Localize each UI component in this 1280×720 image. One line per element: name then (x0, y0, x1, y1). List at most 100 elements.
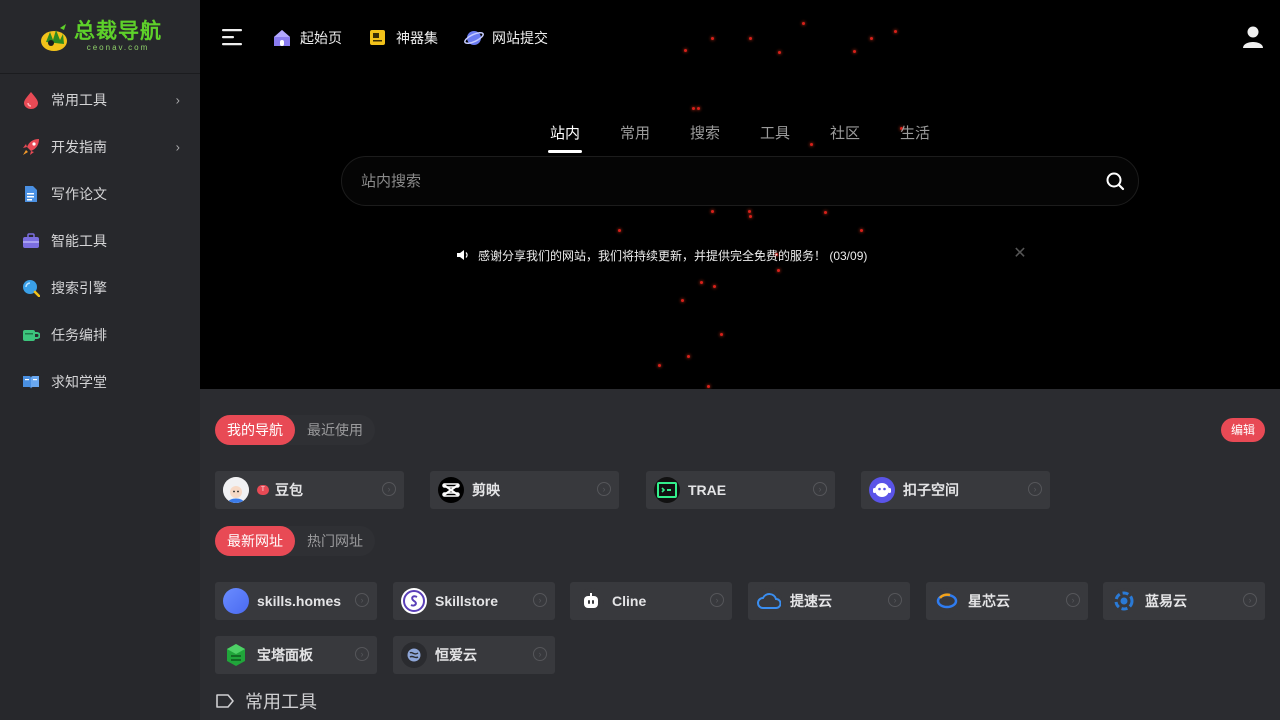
sidebar-item-common-tools[interactable]: 常用工具 › (0, 76, 200, 123)
card-label: TRAE (688, 482, 727, 498)
cup-icon (22, 326, 40, 344)
sidebar-item-search-engines[interactable]: 搜索引擎 (0, 264, 200, 311)
logo[interactable]: 总裁导航 ceonav.com (0, 0, 200, 74)
card-label: Cline (612, 593, 647, 609)
tools-collection-label: 神器集 (396, 30, 438, 46)
start-page-link[interactable]: 起始页 (272, 24, 342, 52)
arrow-right-icon[interactable]: › (1243, 593, 1257, 607)
arrow-right-icon[interactable]: › (1066, 593, 1080, 607)
card-label: 豆包 (275, 482, 303, 498)
nav-card-trae[interactable]: TRAE › (646, 471, 835, 509)
sidebar: 总裁导航 ceonav.com 常用工具 › 开发指南 › 写作论文 智能工具 … (0, 0, 200, 720)
arrow-right-icon[interactable]: › (1028, 482, 1042, 496)
tab-site[interactable]: 站内 (548, 122, 582, 153)
arrow-right-icon[interactable]: › (597, 482, 611, 496)
arrow-right-icon[interactable]: › (355, 647, 369, 661)
sidebar-item-ai-tools[interactable]: 智能工具 (0, 217, 200, 264)
sidebar-item-label: 智能工具 (51, 232, 107, 249)
user-button[interactable] (1242, 25, 1264, 49)
hengai-icon (401, 642, 427, 668)
arrow-right-icon[interactable]: › (710, 593, 724, 607)
tab-common[interactable]: 常用 (620, 122, 650, 143)
skillstore-icon (401, 588, 427, 614)
top-bar: 起始页 神器集 网站提交 (200, 0, 1280, 75)
nav-card-capcut[interactable]: 剪映 › (430, 471, 619, 509)
tab-community[interactable]: 社区 (830, 122, 860, 143)
logo-subtitle: ceonav.com (86, 43, 150, 52)
chevron-right-icon: › (175, 92, 180, 107)
arrow-right-icon[interactable]: › (382, 482, 396, 496)
arrow-right-icon[interactable]: › (813, 482, 827, 496)
start-page-label: 起始页 (300, 30, 342, 46)
card-label: 蓝易云 (1145, 593, 1187, 609)
notice-bar: 感谢分享我们的网站，我们将持续更新，并提供完全免费的服务！ (03/09) ✕ (450, 240, 1038, 270)
spark (720, 333, 723, 336)
card-label: 剪映 (472, 482, 500, 498)
tools-collection-link[interactable]: 神器集 (368, 24, 438, 52)
sidebar-item-writing[interactable]: 写作论文 (0, 170, 200, 217)
arrow-right-icon[interactable]: › (888, 593, 902, 607)
nav-card-doubao[interactable]: T 豆包 › (215, 471, 404, 509)
drop-icon (22, 91, 40, 109)
tab-hot-sites[interactable]: 热门网址 (295, 526, 375, 556)
my-nav-tabs: 我的导航 最近使用 (215, 415, 375, 445)
tab-search[interactable]: 搜索 (690, 122, 720, 143)
arrow-right-icon[interactable]: › (355, 593, 369, 607)
chevron-right-icon: › (175, 139, 180, 154)
sidebar-item-label: 开发指南 (51, 138, 107, 155)
arrow-right-icon[interactable]: › (533, 647, 547, 661)
spark (692, 107, 695, 110)
card-label: 扣子空间 (903, 482, 959, 498)
card-label: 恒爱云 (435, 647, 477, 663)
sidebar-item-learning[interactable]: 求知学堂 (0, 358, 200, 405)
card-label: 星芯云 (968, 593, 1010, 609)
baota-icon (223, 642, 249, 668)
coze-icon (869, 477, 895, 503)
logo-title: 总裁导航 (74, 19, 162, 43)
site-card-tisu-cloud[interactable]: 提速云 › (748, 582, 910, 620)
sidebar-item-label: 求知学堂 (51, 373, 107, 390)
arrow-right-icon[interactable]: › (533, 593, 547, 607)
spark (700, 281, 703, 284)
folder-icon (370, 30, 385, 45)
sidebar-item-tasks[interactable]: 任务编排 (0, 311, 200, 358)
site-card-lanyi-cloud[interactable]: 蓝易云 › (1103, 582, 1265, 620)
speaker-icon (457, 250, 468, 260)
site-card-hengai-cloud[interactable]: 恒爱云 › (393, 636, 555, 674)
doubao-icon (223, 477, 249, 503)
search-icon[interactable] (1105, 171, 1125, 191)
section-title-text: 常用工具 (245, 692, 317, 712)
logo-mark-icon (41, 23, 67, 51)
site-card-skills-homes[interactable]: skills.homes › (215, 582, 377, 620)
top-links: 起始页 神器集 网站提交 (272, 24, 548, 52)
menu-toggle-button[interactable] (222, 27, 244, 47)
main-content: 我的导航 最近使用 编辑 T 豆包 › 剪映 › TRAE › 扣子空间 › 最… (200, 389, 1280, 720)
sidebar-item-dev-guide[interactable]: 开发指南 › (0, 123, 200, 170)
hot-badge: T (257, 485, 269, 495)
capcut-icon (438, 477, 464, 503)
card-label: 提速云 (790, 593, 832, 609)
spark (860, 229, 863, 232)
tab-tools[interactable]: 工具 (760, 122, 790, 143)
spark (824, 211, 827, 214)
trae-icon (654, 477, 680, 503)
nav-card-coze[interactable]: 扣子空间 › (861, 471, 1050, 509)
spark (749, 215, 752, 218)
spark (618, 229, 621, 232)
search-input[interactable] (361, 172, 1105, 190)
tab-life[interactable]: 生活 (900, 122, 930, 143)
site-card-cline[interactable]: Cline › (570, 582, 732, 620)
site-card-skillstore[interactable]: Skillstore › (393, 582, 555, 620)
site-card-baota[interactable]: 宝塔面板 › (215, 636, 377, 674)
edit-button[interactable]: 编辑 (1220, 418, 1265, 442)
close-icon[interactable]: ✕ (1012, 246, 1028, 262)
tab-recent[interactable]: 最近使用 (295, 415, 375, 445)
tab-my-nav[interactable]: 我的导航 (215, 415, 295, 445)
spark (681, 299, 684, 302)
section-title: 常用工具 (215, 688, 317, 714)
submit-site-link[interactable]: 网站提交 (464, 24, 548, 52)
tab-latest-sites[interactable]: 最新网址 (215, 526, 295, 556)
sidebar-item-label: 常用工具 (51, 91, 107, 108)
rocket-icon (22, 138, 40, 156)
site-card-xingxin-cloud[interactable]: 星芯云 › (926, 582, 1088, 620)
